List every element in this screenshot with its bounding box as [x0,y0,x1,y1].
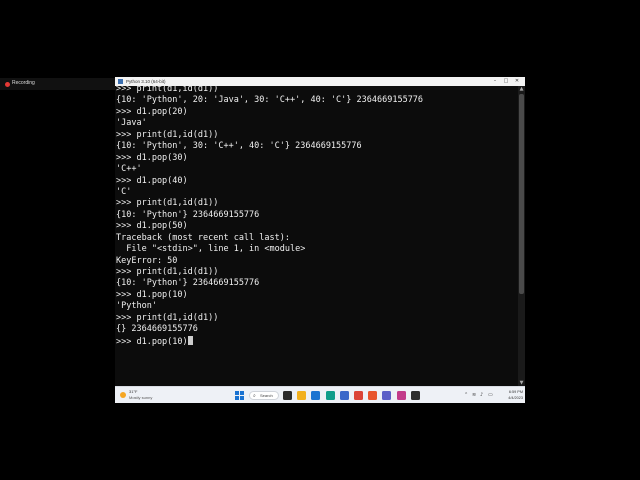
console-line: >>> print(d1,id(d1)) [116,129,219,140]
desktop-screen: Python 3.10 (64-bit) – □ ✕ >>> print(d1,… [115,77,525,403]
store-icon[interactable] [339,391,349,400]
weather-widget[interactable]: 31°F Mostly sunny [118,389,178,402]
console-line: {} 2364669155776 [116,324,198,335]
windows-start-icon[interactable] [235,391,244,400]
terminal-icon[interactable] [410,391,420,400]
console-line: >>> d1.pop(20) [116,106,188,117]
edge-icon[interactable] [325,391,335,400]
console-line: 'C' [116,186,132,197]
console-line: {10: 'Python'} 2364669155776 [116,209,260,220]
console-line: >>> d1.pop(30) [116,152,188,163]
recording-label: Recording [12,80,35,86]
task-view-icon[interactable] [283,391,292,400]
scrollbar-thumb[interactable] [519,94,524,294]
mail-icon[interactable] [311,391,321,400]
chrome-icon[interactable] [354,391,363,400]
battery-icon[interactable]: ▭ [488,387,493,403]
recording-indicator-icon [5,82,10,87]
chevron-up-icon[interactable]: ⌃ [464,387,468,403]
console-line: KeyError: 50 [116,255,178,266]
console-line: >>> print(d1,id(d1)) [116,84,219,94]
console-line: >>> d1.pop(10) [116,335,516,347]
console-line: 'Python' [116,301,157,312]
console-line: {10: 'Python'} 2364669155776 [116,278,260,289]
wifi-icon[interactable]: ≋ [472,387,476,403]
console-line: >>> print(d1,id(d1)) [116,267,219,277]
office-icon[interactable] [368,391,378,400]
volume-icon[interactable]: ♪ [480,387,483,403]
console-line: >>> print(d1,id(d1)) [116,198,219,209]
console-line: File "<stdin>", line 1, in <module> [116,244,306,255]
sun-icon [120,392,126,398]
clock-date: 4/4/2023 [508,396,523,400]
media-icon[interactable] [396,391,406,400]
taskbar-search[interactable]: ⌕ Search [249,391,279,400]
taskbar: 31°F Mostly sunny ⌕ Search ⌃ ≋ ♪ ▭ 6:59 … [115,386,525,403]
weather-condition: Mostly sunny [129,395,153,400]
console-line: >>> print(d1,id(d1)) [116,312,219,323]
python-console[interactable]: >>> print(d1,id(d1)) {10: 'Python', 20: '… [116,84,516,384]
console-line: >>> d1.pop(40) [116,175,188,186]
teams-icon[interactable] [382,391,392,400]
console-line: >>> d1.pop(10) [116,289,188,300]
console-line: {10: 'Python', 20: 'Java', 30: 'C++', 40… [116,95,424,106]
console-line: >>> d1.pop(50) [116,221,188,232]
file-explorer-icon[interactable] [297,391,307,400]
scroll-up-icon[interactable]: ▲ [518,86,525,92]
console-line: 'C++' [116,164,142,175]
search-label: Search [260,393,273,398]
system-clock[interactable]: 6:59 PM 4/4/2023 [497,389,523,401]
console-scrollbar[interactable]: ▲ ▼ [518,86,525,386]
console-line: Traceback (most recent call last): [116,232,290,243]
console-line: 'Java' [116,118,147,129]
console-line: {10: 'Python', 30: 'C++', 40: 'C'} 23646… [116,141,362,152]
search-icon: ⌕ [253,393,256,399]
text-cursor [187,335,193,345]
